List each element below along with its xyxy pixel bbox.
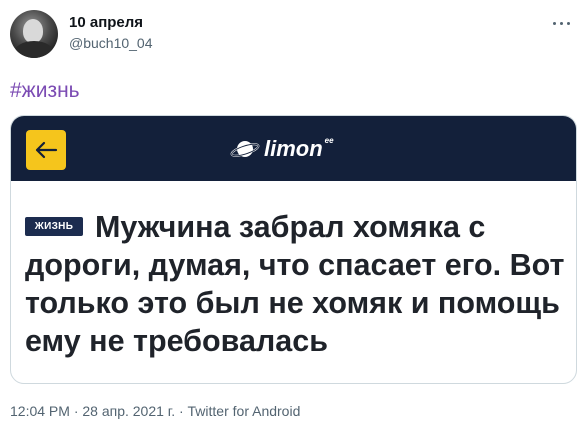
logo-sup: ee: [324, 135, 334, 145]
limon-logo: limon ee: [230, 134, 334, 164]
more-options-button[interactable]: [544, 8, 578, 38]
author-handle[interactable]: @buch10_04: [69, 35, 153, 51]
avatar[interactable]: [10, 10, 58, 58]
card-header: limon ee: [11, 116, 576, 181]
tweet-source[interactable]: Twitter for Android: [188, 403, 301, 419]
avatar-body: [14, 41, 54, 58]
hashtag-link[interactable]: #жизнь: [10, 79, 80, 103]
author-name[interactable]: 10 апреля: [69, 14, 143, 31]
card-headline: Мужчина забрал хомяка с дороги, думая, ч…: [25, 210, 565, 358]
avatar-face: [23, 19, 43, 43]
link-card[interactable]: limon ee ЖИЗНЬ Мужчина забрал хомяка с д…: [10, 115, 577, 384]
planet-logo-icon: [230, 141, 260, 157]
logo-text: limon: [264, 136, 323, 161]
tweet-timestamp[interactable]: 12:04 PM · 28 апр. 2021 г. ·: [10, 403, 188, 419]
arrow-left-icon: [35, 141, 58, 159]
back-button[interactable]: [26, 130, 66, 170]
tweet-meta: 12:04 PM · 28 апр. 2021 г. · Twitter for…: [10, 403, 300, 419]
more-icon: [551, 21, 572, 25]
